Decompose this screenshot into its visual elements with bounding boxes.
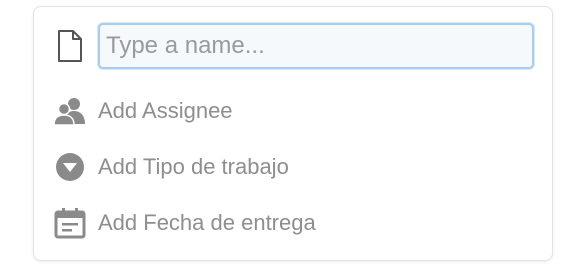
name-row [52, 23, 534, 69]
add-assignee-row[interactable]: Add Assignee [52, 89, 534, 133]
name-input[interactable] [98, 23, 534, 69]
add-fecha-de-entrega-row[interactable]: Add Fecha de entrega [52, 201, 534, 245]
dropdown-circle-icon [52, 149, 88, 185]
add-tipo-de-trabajo-row[interactable]: Add Tipo de trabajo [52, 145, 534, 189]
add-fecha-de-entrega-label[interactable]: Add Fecha de entrega [98, 210, 316, 236]
document-icon [52, 28, 88, 64]
add-tipo-de-trabajo-label[interactable]: Add Tipo de trabajo [98, 154, 289, 180]
new-item-card: Add Assignee Add Tipo de trabajo Add Fec… [33, 6, 553, 261]
add-assignee-label[interactable]: Add Assignee [98, 98, 233, 124]
people-icon [52, 93, 88, 129]
calendar-icon [52, 205, 88, 241]
